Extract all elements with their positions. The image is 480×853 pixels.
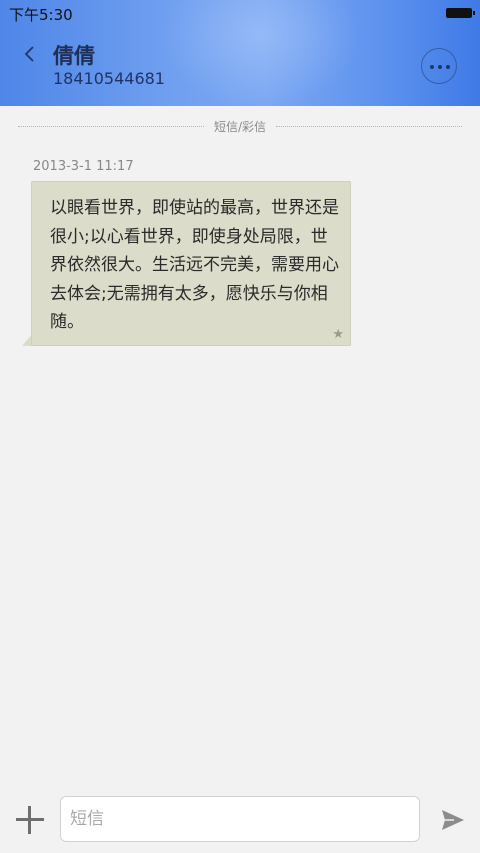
send-icon: [442, 810, 464, 830]
message-timestamp: 2013-3-1 11:17: [33, 159, 134, 174]
more-dots-icon: [430, 65, 450, 69]
message-type-divider: 短信/彩信: [18, 118, 462, 134]
contact-name: 倩倩: [53, 44, 95, 68]
status-bar: 下午5:30: [0, 0, 480, 26]
sms-conversation-screen: 下午5:30 倩倩 18410544681 短信/彩信 2013-3-1 11:…: [0, 0, 480, 853]
conversation-header: 下午5:30 倩倩 18410544681: [0, 0, 480, 106]
status-time: 下午5:30: [9, 6, 73, 24]
add-attachment-button[interactable]: [16, 806, 44, 834]
compose-bar: [0, 780, 480, 853]
message-bubble[interactable]: 以眼看世界，即使站的最高，世界还是很小;以心看世界，即使身处局限，世界依然很大。…: [31, 181, 351, 346]
more-options-button[interactable]: [421, 48, 457, 84]
message-text: 以眼看世界，即使站的最高，世界还是很小;以心看世界，即使身处局限，世界依然很大。…: [50, 198, 339, 332]
contact-number: 18410544681: [53, 69, 165, 88]
chevron-left-icon: [24, 46, 34, 62]
battery-icon: [446, 8, 475, 18]
send-button[interactable]: [440, 808, 466, 832]
star-icon: ★: [332, 327, 344, 342]
message-input[interactable]: [60, 796, 420, 842]
back-button[interactable]: [20, 44, 40, 64]
plus-icon-vertical: [28, 806, 31, 834]
